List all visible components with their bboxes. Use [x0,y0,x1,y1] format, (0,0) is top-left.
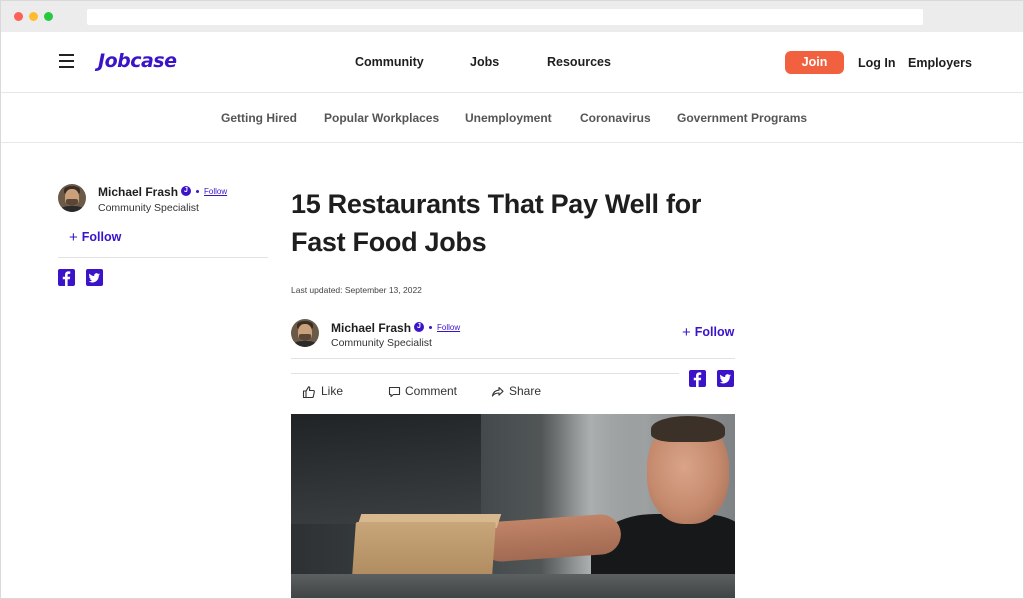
article-title: 15 Restaurants That Pay Well for Fast Fo… [291,189,702,257]
verified-icon: J [414,322,424,332]
share-label: Share [509,384,542,398]
verified-icon: J [181,186,191,196]
sidebar-author-avatar[interactable] [58,184,86,212]
like-icon [302,386,315,399]
address-bar[interactable] [87,9,923,25]
sidebar-follow-button[interactable]: + Follow [69,228,122,246]
separator-dot [196,190,199,193]
article-author-divider [291,358,735,359]
last-updated: Last updated: September 13, 2022 [291,285,422,295]
article-follow-label: Follow [694,325,735,339]
subnav-coronavirus[interactable]: Coronavirus [580,111,651,125]
facebook-icon[interactable] [58,269,75,286]
sidebar-follow-label: Follow [81,230,122,244]
like-button[interactable]: Like [302,384,362,400]
comment-button[interactable]: Comment [388,384,478,400]
subnav-popular-workplaces[interactable]: Popular Workplaces [324,111,439,125]
article-follow-button[interactable]: + Follow [682,323,735,341]
share-button[interactable]: Share [491,384,561,400]
join-button[interactable]: Join [785,51,844,74]
category-subnav: Getting Hired Popular Workplaces Unemplo… [1,93,1023,143]
sidebar-author-name[interactable]: Michael Frash [98,185,178,199]
minimize-window-button[interactable] [29,12,38,21]
article-follow-link[interactable]: Follow [437,323,460,332]
jobcase-logo[interactable]: Jobcase [98,50,177,72]
nav-jobs[interactable]: Jobs [470,55,499,69]
hamburger-icon[interactable] [59,54,74,68]
plus-icon: + [69,229,78,246]
article-author-role: Community Specialist [331,337,432,349]
twitter-icon[interactable] [717,370,734,387]
nav-resources[interactable]: Resources [547,55,611,69]
employers-link[interactable]: Employers [908,56,972,70]
twitter-icon[interactable] [86,269,103,286]
article-hero-image [291,414,735,598]
article-actions-divider [291,373,679,374]
facebook-icon[interactable] [689,370,706,387]
close-window-button[interactable] [14,12,23,21]
maximize-window-button[interactable] [44,12,53,21]
sidebar-author-role: Community Specialist [98,202,199,214]
comment-icon [388,386,401,398]
browser-chrome [1,1,1023,32]
like-label: Like [321,384,344,398]
sidebar-follow-link[interactable]: Follow [204,187,227,196]
site-header: Jobcase Community Jobs Resources Join Lo… [1,32,1023,93]
article-author-name[interactable]: Michael Frash [331,321,411,335]
browser-window: Jobcase Community Jobs Resources Join Lo… [0,0,1024,599]
subnav-government-programs[interactable]: Government Programs [677,111,807,125]
plus-icon: + [682,324,691,341]
subnav-getting-hired[interactable]: Getting Hired [221,111,297,125]
share-icon [491,386,504,397]
subnav-unemployment[interactable]: Unemployment [465,111,552,125]
comment-label: Comment [405,384,458,398]
nav-community[interactable]: Community [355,55,424,69]
login-link[interactable]: Log In [858,56,896,70]
article-author-avatar[interactable] [291,319,319,347]
separator-dot [429,326,432,329]
sidebar-divider [58,257,268,258]
